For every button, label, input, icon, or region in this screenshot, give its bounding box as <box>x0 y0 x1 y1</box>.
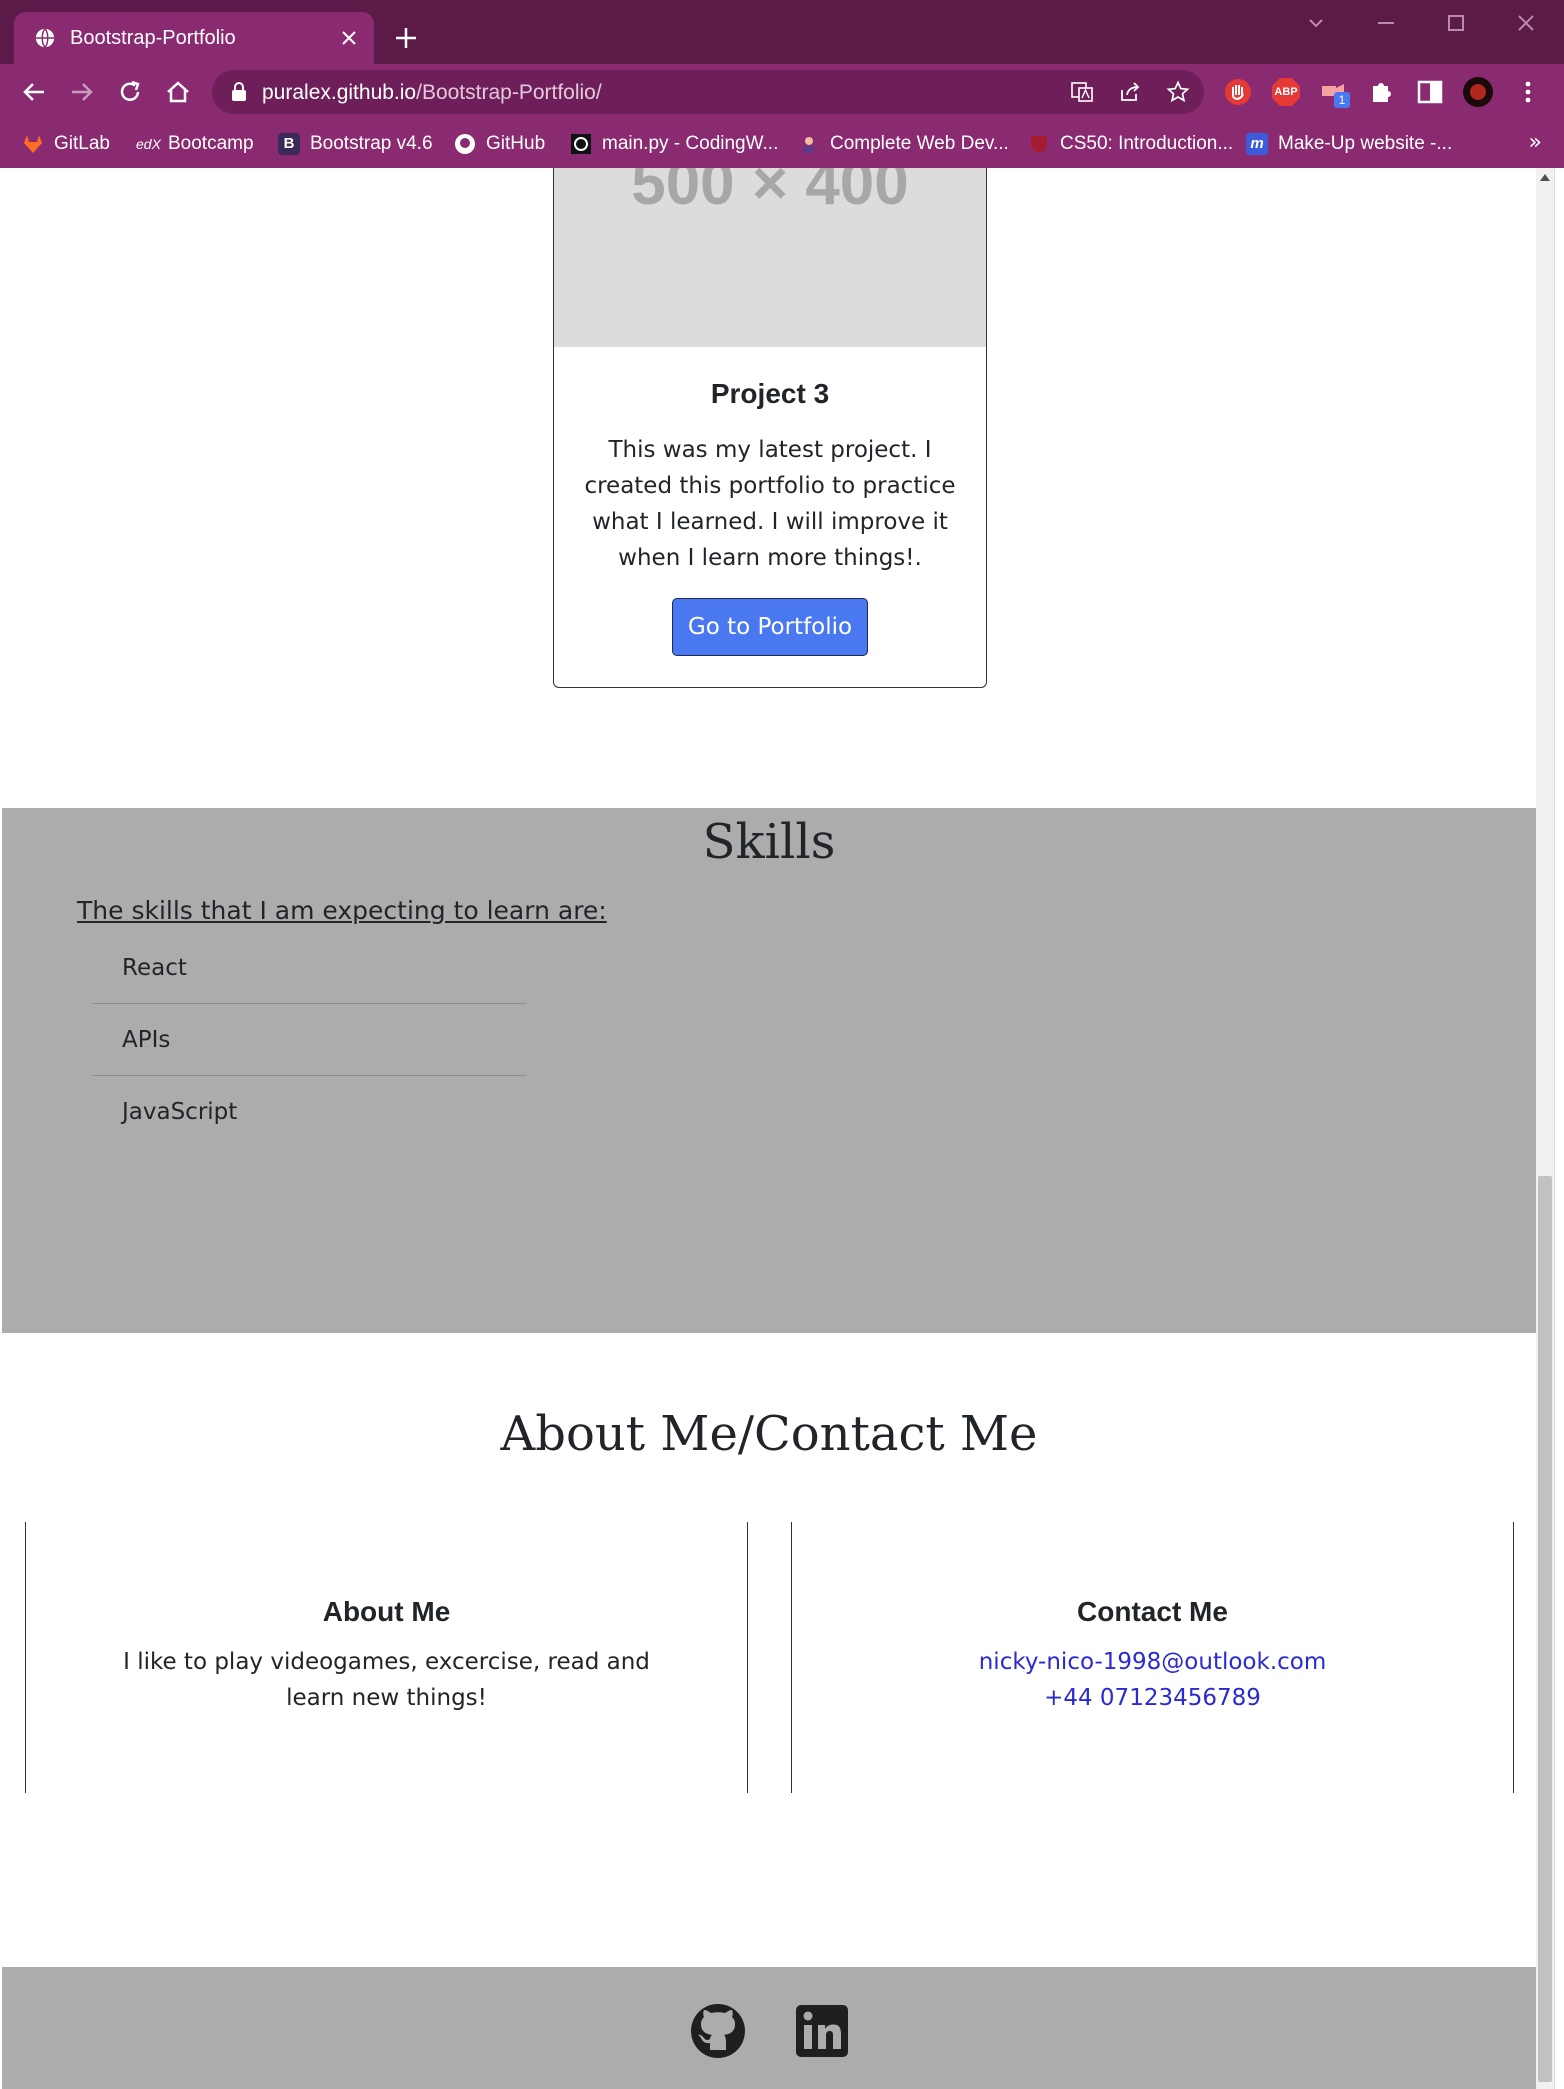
puzzle-icon[interactable] <box>1366 76 1398 108</box>
bookmark-github[interactable]: GitHub <box>454 128 545 160</box>
bookmarks-bar: GitLab edX Bootcamp B Bootstrap v4.6 Git… <box>0 120 1564 168</box>
bookmarks-overflow-icon[interactable]: » <box>1529 130 1542 155</box>
list-item: APIs <box>92 1004 526 1076</box>
linkedin-icon[interactable] <box>794 2003 850 2059</box>
bootstrap-icon: B <box>278 133 300 155</box>
lock-icon <box>232 82 246 101</box>
codingw-icon <box>571 134 591 154</box>
url-path: /Bootstrap-Portfolio/ <box>416 81 602 104</box>
home-icon[interactable] <box>164 78 192 106</box>
back-icon[interactable] <box>20 78 48 106</box>
contact-me-heading: Contact Me <box>1077 1596 1228 1627</box>
forward-icon[interactable] <box>68 78 96 106</box>
background-window-edge <box>1554 168 1564 2089</box>
list-item: React <box>92 932 526 1004</box>
about-me-column: About Me I like to play videogames, exce… <box>25 1522 748 1793</box>
address-bar[interactable]: puralex.github.io/Bootstrap-Portfolio/ <box>212 70 1204 114</box>
about-contact-title: About Me/Contact Me <box>500 1406 1038 1462</box>
maximize-icon[interactable] <box>1442 12 1470 34</box>
bookmark-label: Complete Web Dev... <box>830 133 1009 154</box>
about-me-text: I like to play videogames, excercise, re… <box>123 1649 650 1711</box>
globe-icon <box>35 28 55 48</box>
adblock-icon[interactable]: ABP <box>1270 76 1302 108</box>
skills-section: Skills The skills that I am expecting to… <box>2 808 1536 1333</box>
skills-list: React APIs JavaScript <box>92 932 526 1148</box>
github-icon <box>455 134 475 154</box>
tab-strip: Bootstrap-Portfolio <box>0 0 1564 64</box>
side-panel-icon[interactable] <box>1414 76 1446 108</box>
extension-badge: 1 <box>1334 92 1350 108</box>
translate-icon[interactable] <box>1070 80 1094 104</box>
bookmark-codingw[interactable]: main.py - CodingW... <box>570 128 778 160</box>
bookmark-bootcamp[interactable]: edX Bootcamp <box>136 128 254 160</box>
project-description: This was my latest project. I created th… <box>584 437 956 571</box>
toolbar: puralex.github.io/Bootstrap-Portfolio/ A… <box>0 64 1564 120</box>
harvard-icon <box>1031 136 1047 153</box>
gitlab-icon <box>24 135 42 153</box>
footer <box>2 1967 1536 2089</box>
new-tab-icon[interactable] <box>392 24 420 52</box>
bookmark-cs50[interactable]: CS50: Introduction... <box>1028 128 1233 160</box>
project-card: 500 × 400 Project 3 This was my latest p… <box>553 168 987 688</box>
email-link[interactable]: nicky-nico-1998@outlook.com <box>872 1644 1433 1680</box>
scroll-up-arrow-icon[interactable] <box>1540 174 1550 181</box>
go-to-portfolio-button[interactable]: Go to Portfolio <box>672 598 868 656</box>
image-placeholder-text: 500 × 400 <box>631 168 909 218</box>
browser-chrome: Bootstrap-Portfolio puralex.github.io/Bo… <box>0 0 1564 168</box>
bookmark-label: GitHub <box>486 133 546 154</box>
profile-avatar[interactable] <box>1462 76 1494 108</box>
bookmark-bootstrap[interactable]: B Bootstrap v4.6 <box>278 128 433 160</box>
edx-icon: edX <box>136 136 161 152</box>
close-window-icon[interactable] <box>1512 12 1540 34</box>
about-me-heading: About Me <box>322 1596 451 1627</box>
tab-search-icon[interactable] <box>1302 12 1330 34</box>
m-icon: m <box>1246 133 1268 155</box>
menu-kebab-icon[interactable] <box>1512 76 1544 108</box>
bookmark-label: Bootstrap v4.6 <box>310 133 433 154</box>
bookmark-complete-web-dev[interactable]: Complete Web Dev... <box>798 128 1009 160</box>
project-title: Project 3 <box>710 378 830 409</box>
star-icon[interactable] <box>1166 80 1190 104</box>
contact-me-column: Contact Me nicky-nico-1998@outlook.com +… <box>791 1522 1514 1793</box>
project-image-placeholder: 500 × 400 <box>554 168 986 347</box>
share-icon[interactable] <box>1118 80 1142 104</box>
bookmark-label: GitLab <box>54 133 110 154</box>
github-icon[interactable] <box>690 2003 746 2059</box>
hand-extension-icon[interactable] <box>1222 76 1254 108</box>
bookmark-label: CS50: Introduction... <box>1060 133 1234 154</box>
bookmark-label: main.py - CodingW... <box>602 133 779 154</box>
skills-title: Skills <box>702 814 836 870</box>
tab-title: Bootstrap-Portfolio <box>70 26 236 49</box>
url-host: puralex.github.io <box>262 81 417 104</box>
list-item: JavaScript <box>122 1099 238 1125</box>
url-text: puralex.github.io/Bootstrap-Portfolio/ <box>262 81 602 105</box>
minimize-icon[interactable] <box>1372 12 1400 34</box>
reload-icon[interactable] <box>116 78 144 106</box>
close-tab-icon[interactable] <box>338 27 360 49</box>
bookmark-makeup[interactable]: m Make-Up website -... <box>1246 128 1452 160</box>
bookmark-gitlab[interactable]: GitLab <box>22 128 110 160</box>
skills-intro: The skills that I am expecting to learn … <box>77 896 607 925</box>
bookmark-label: Make-Up website -... <box>1278 133 1453 154</box>
phone-link[interactable]: +44 07123456789 <box>872 1680 1433 1716</box>
udemy-icon <box>804 137 814 153</box>
page-viewport: 500 × 400 Project 3 This was my latest p… <box>2 168 1536 2089</box>
scrollbar-thumb[interactable] <box>1538 1176 1552 2082</box>
bookmark-label: Bootcamp <box>168 133 254 154</box>
contact-details: nicky-nico-1998@outlook.com +44 07123456… <box>872 1644 1433 1716</box>
browser-tab[interactable]: Bootstrap-Portfolio <box>14 12 374 64</box>
adblock-label: ABP <box>1274 86 1298 98</box>
extension-with-badge[interactable]: 1 <box>1318 76 1350 108</box>
